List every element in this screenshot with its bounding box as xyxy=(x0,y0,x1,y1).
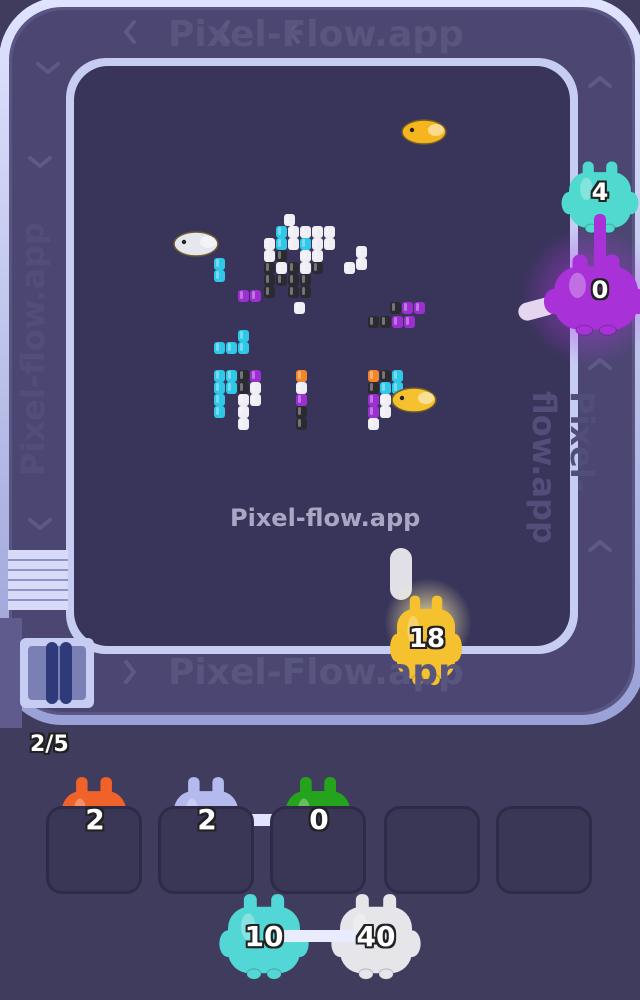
pixel-block xyxy=(250,290,261,302)
pixel-block xyxy=(214,342,225,354)
next-shooter-2-count: 40 xyxy=(356,920,396,953)
pixel-block xyxy=(276,262,287,274)
pixel-block xyxy=(368,418,379,430)
pixel-block xyxy=(414,302,425,314)
pixel-block xyxy=(296,418,307,430)
pixel-block xyxy=(214,370,225,382)
pixel-block xyxy=(284,214,295,226)
watermark-track-top: Pixel-Flow.app xyxy=(168,14,464,55)
next-shooter-1-count: 10 xyxy=(244,920,284,953)
pixel-block xyxy=(288,226,299,238)
pixel-block xyxy=(380,406,391,418)
pixel-block xyxy=(214,394,225,406)
pixel-block xyxy=(300,286,311,298)
pixel-block xyxy=(250,394,261,406)
pixel-block xyxy=(238,418,249,430)
pixel-block xyxy=(312,226,323,238)
pixel-block xyxy=(312,250,323,262)
critter-yellow-top xyxy=(401,119,447,145)
pixel-block xyxy=(300,226,311,238)
queue-slot-2-count: 2 xyxy=(197,803,217,836)
pixel-block xyxy=(324,226,335,238)
pixel-block xyxy=(288,286,299,298)
pixel-block xyxy=(380,316,391,328)
pixel-block xyxy=(380,370,391,382)
watermark-track-right: Pixel-flow.app xyxy=(525,391,601,544)
pixel-block xyxy=(300,238,311,250)
track-shooter-teal-count: 4 xyxy=(591,178,609,206)
pixel-block xyxy=(250,382,261,394)
pixel-block xyxy=(264,286,275,298)
track-shooter-purple-count: 0 xyxy=(591,276,609,304)
queue-slot-3-count: 0 xyxy=(309,803,329,836)
pixel-block xyxy=(312,262,323,274)
watermark-track-left: Pixel-flow.app xyxy=(13,222,52,476)
pixel-block xyxy=(380,382,391,394)
pixel-block xyxy=(238,394,249,406)
pixel-block xyxy=(264,274,275,286)
queue-slot-5[interactable] xyxy=(496,806,592,894)
pixel-block xyxy=(296,382,307,394)
track-shooter-yellow-count: 18 xyxy=(408,624,446,654)
pixel-block xyxy=(368,370,379,382)
pixel-block xyxy=(288,262,299,274)
pixel-block xyxy=(294,302,305,314)
pixel-block xyxy=(356,246,367,258)
pixel-block xyxy=(226,382,237,394)
pixel-block xyxy=(344,262,355,274)
pixel-block xyxy=(214,382,225,394)
pixel-block xyxy=(238,342,249,354)
critter-white xyxy=(173,231,219,257)
pixel-block xyxy=(276,226,287,238)
pixel-block xyxy=(392,370,403,382)
watermark-track-bottom: Pixel-Flow.app xyxy=(168,652,464,693)
pixel-block xyxy=(238,330,249,342)
pixel-block xyxy=(238,382,249,394)
pixel-block xyxy=(296,370,307,382)
queue-slot-1-count: 2 xyxy=(85,803,105,836)
pixel-block xyxy=(402,302,413,314)
pixel-block xyxy=(356,258,367,270)
pixel-block xyxy=(226,342,237,354)
pixel-block xyxy=(226,370,237,382)
pixel-block xyxy=(288,274,299,286)
pixel-block xyxy=(368,382,379,394)
pixel-block xyxy=(276,274,287,286)
pixel-block xyxy=(368,394,379,406)
pixel-block xyxy=(264,250,275,262)
pixel-block xyxy=(250,370,261,382)
pixel-block xyxy=(368,316,379,328)
pixel-block xyxy=(214,258,225,270)
pixel-block xyxy=(264,238,275,250)
watermark-center: Pixel-flow.app xyxy=(230,504,421,532)
pixel-block xyxy=(214,270,225,282)
pixel-block xyxy=(404,316,415,328)
pixel-block xyxy=(276,250,287,262)
pixel-block xyxy=(296,406,307,418)
pixel-block xyxy=(288,238,299,250)
pixel-block xyxy=(238,370,249,382)
pixel-block xyxy=(390,302,401,314)
queue-slot-4[interactable] xyxy=(384,806,480,894)
pixel-block xyxy=(264,262,275,274)
pixel-block xyxy=(312,238,323,250)
pixel-block xyxy=(238,290,249,302)
pixel-block xyxy=(300,262,311,274)
pixel-block xyxy=(324,238,335,250)
pixel-block xyxy=(392,316,403,328)
progress-label: 2/5 xyxy=(30,732,69,757)
pixel-block xyxy=(380,394,391,406)
pixel-block xyxy=(238,406,249,418)
critter-yellow-small xyxy=(391,387,437,413)
pixel-block xyxy=(300,250,311,262)
stair-exit xyxy=(8,550,68,610)
pixel-block xyxy=(214,406,225,418)
pixel-block xyxy=(368,406,379,418)
pixel-block xyxy=(296,394,307,406)
pixel-block xyxy=(300,274,311,286)
pixel-block xyxy=(276,238,287,250)
